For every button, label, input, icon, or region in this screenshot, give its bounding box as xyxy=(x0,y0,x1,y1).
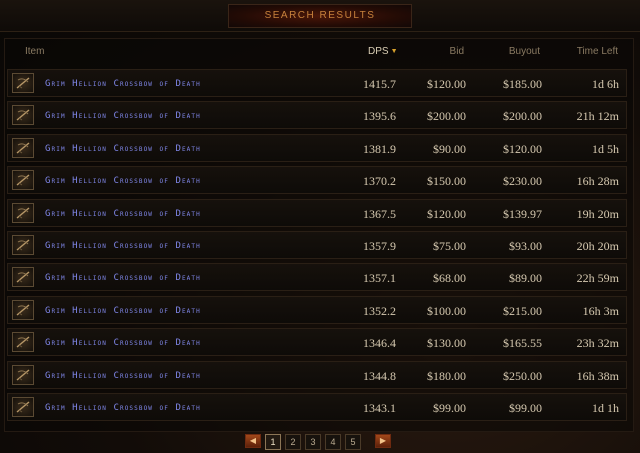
buyout-value: $185.00 xyxy=(503,77,542,91)
buyout-value: $200.00 xyxy=(503,109,542,123)
buyout-value: $230.00 xyxy=(503,174,542,188)
column-header-time-left[interactable]: Time Left xyxy=(560,40,618,64)
column-header-buyout-label: Buyout xyxy=(508,46,540,57)
page-title: SEARCH RESULTS xyxy=(264,10,376,21)
dps-value: 1343.1 xyxy=(363,401,396,415)
bid-value: $180.00 xyxy=(427,369,466,383)
triangle-left-icon: ◀ xyxy=(249,436,257,445)
time-left-value: 16h 28m xyxy=(576,174,619,188)
dps-value: 1346.4 xyxy=(363,336,396,350)
buyout-value: $165.55 xyxy=(503,336,542,350)
crossbow-icon xyxy=(12,73,34,93)
table-row[interactable]: Grim Hellion Crossbow of Death 1346.4 $130… xyxy=(7,328,627,356)
buyout-value: $99.00 xyxy=(509,401,542,415)
item-name[interactable]: Grim Hellion Crossbow of Death xyxy=(45,264,201,292)
prev-page-button[interactable]: ◀ xyxy=(245,434,261,448)
time-left-value: 21h 12m xyxy=(576,109,619,123)
buyout-value: $89.00 xyxy=(509,271,542,285)
column-header-item-label: Item xyxy=(25,46,45,57)
dps-value: 1357.9 xyxy=(363,239,396,253)
page-button-3[interactable]: 3 xyxy=(305,434,321,450)
time-left-value: 1d 5h xyxy=(592,142,619,156)
buyout-value: $120.00 xyxy=(503,142,542,156)
column-header-dps-label: DPS xyxy=(368,46,389,57)
bid-value: $130.00 xyxy=(427,336,466,350)
column-header-time-left-label: Time Left xyxy=(576,46,618,57)
crossbow-icon xyxy=(12,105,34,125)
bid-value: $120.00 xyxy=(427,77,466,91)
dps-value: 1352.2 xyxy=(363,304,396,318)
buyout-value: $139.97 xyxy=(503,207,542,221)
crossbow-icon xyxy=(12,332,34,352)
table-row[interactable]: Grim Hellion Crossbow of Death 1352.2 $100… xyxy=(7,296,627,324)
time-left-value: 20h 20m xyxy=(576,239,619,253)
page-button-5[interactable]: 5 xyxy=(345,434,361,450)
column-header-dps[interactable]: DPS ▼ xyxy=(368,40,398,64)
table-row[interactable]: Grim Hellion Crossbow of Death 1344.8 $180… xyxy=(7,361,627,389)
bid-value: $99.00 xyxy=(433,401,466,415)
table-row[interactable]: Grim Hellion Crossbow of Death 1395.6 $200… xyxy=(7,101,627,129)
time-left-value: 19h 20m xyxy=(576,207,619,221)
auction-house-window: SEARCH RESULTS Item DPS ▼ Bid Buyout Time… xyxy=(0,0,640,453)
table-row[interactable]: Grim Hellion Crossbow of Death 1357.9 $75.… xyxy=(7,231,627,259)
buyout-value: $215.00 xyxy=(503,304,542,318)
triangle-right-icon: ▶ xyxy=(379,436,387,445)
time-left-value: 23h 32m xyxy=(576,336,619,350)
page-button-2[interactable]: 2 xyxy=(285,434,301,450)
next-page-button[interactable]: ▶ xyxy=(375,434,391,448)
item-name[interactable]: Grim Hellion Crossbow of Death xyxy=(45,200,201,228)
dps-value: 1370.2 xyxy=(363,174,396,188)
crossbow-icon xyxy=(12,235,34,255)
item-name[interactable]: Grim Hellion Crossbow of Death xyxy=(45,70,201,98)
column-header-buyout[interactable]: Buyout xyxy=(490,40,540,64)
bid-value: $150.00 xyxy=(427,174,466,188)
crossbow-icon xyxy=(12,267,34,287)
bid-value: $120.00 xyxy=(427,207,466,221)
buyout-value: $93.00 xyxy=(509,239,542,253)
time-left-value: 16h 38m xyxy=(576,369,619,383)
crossbow-icon xyxy=(12,397,34,417)
crossbow-icon xyxy=(12,300,34,320)
bid-value: $200.00 xyxy=(427,109,466,123)
bid-value: $75.00 xyxy=(433,239,466,253)
page-button-4[interactable]: 4 xyxy=(325,434,341,450)
sort-descending-icon: ▼ xyxy=(390,48,398,55)
column-header-bid[interactable]: Bid xyxy=(420,40,464,64)
item-name[interactable]: Grim Hellion Crossbow of Death xyxy=(45,362,201,390)
time-left-value: 16h 3m xyxy=(582,304,619,318)
item-name[interactable]: Grim Hellion Crossbow of Death xyxy=(45,394,201,422)
item-name[interactable]: Grim Hellion Crossbow of Death xyxy=(45,102,201,130)
table-row[interactable]: Grim Hellion Crossbow of Death 1367.5 $120… xyxy=(7,199,627,227)
crossbow-icon xyxy=(12,365,34,385)
crossbow-icon xyxy=(12,203,34,223)
time-left-value: 1d 6h xyxy=(592,77,619,91)
bid-value: $90.00 xyxy=(433,142,466,156)
item-name[interactable]: Grim Hellion Crossbow of Death xyxy=(45,297,201,325)
bid-value: $68.00 xyxy=(433,271,466,285)
bid-value: $100.00 xyxy=(427,304,466,318)
item-name[interactable]: Grim Hellion Crossbow of Death xyxy=(45,135,201,163)
item-name[interactable]: Grim Hellion Crossbow of Death xyxy=(45,167,201,195)
crossbow-icon xyxy=(12,138,34,158)
table-row[interactable]: Grim Hellion Crossbow of Death 1370.2 $150… xyxy=(7,166,627,194)
dps-value: 1395.6 xyxy=(363,109,396,123)
dps-value: 1357.1 xyxy=(363,271,396,285)
table-row[interactable]: Grim Hellion Crossbow of Death 1381.9 $90.… xyxy=(7,134,627,162)
dps-value: 1344.8 xyxy=(363,369,396,383)
table-row[interactable]: Grim Hellion Crossbow of Death 1415.7 $120… xyxy=(7,69,627,97)
buyout-value: $250.00 xyxy=(503,369,542,383)
item-name[interactable]: Grim Hellion Crossbow of Death xyxy=(45,232,201,260)
dps-value: 1381.9 xyxy=(363,142,396,156)
column-header-item[interactable]: Item xyxy=(25,40,44,64)
item-name[interactable]: Grim Hellion Crossbow of Death xyxy=(45,329,201,357)
page-button-1[interactable]: 1 xyxy=(265,434,281,450)
column-header-bid-label: Bid xyxy=(449,46,464,57)
time-left-value: 1d 1h xyxy=(592,401,619,415)
crossbow-icon xyxy=(12,170,34,190)
table-row[interactable]: Grim Hellion Crossbow of Death 1343.1 $99.… xyxy=(7,393,627,421)
dps-value: 1415.7 xyxy=(363,77,396,91)
dps-value: 1367.5 xyxy=(363,207,396,221)
time-left-value: 22h 59m xyxy=(576,271,619,285)
table-row[interactable]: Grim Hellion Crossbow of Death 1357.1 $68.… xyxy=(7,263,627,291)
